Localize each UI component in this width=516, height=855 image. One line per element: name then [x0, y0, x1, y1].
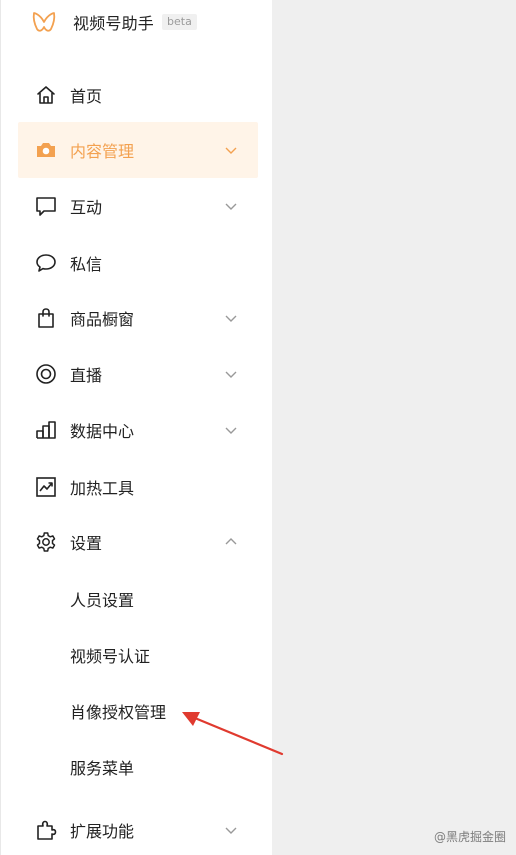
sidebar-item-content-management[interactable]: 内容管理 — [18, 122, 258, 178]
comment-icon — [34, 194, 58, 218]
chevron-down-icon[interactable] — [224, 143, 238, 157]
chevron-down-icon[interactable] — [224, 311, 238, 325]
chevron-down-icon[interactable] — [224, 367, 238, 381]
annotation-arrow-icon — [182, 712, 284, 756]
sidebar-item-home[interactable]: 首页 — [18, 73, 258, 117]
app-title: 视频号助手 — [73, 14, 155, 33]
shopping-bag-icon — [34, 306, 58, 330]
sidebar-item-label: 首页 — [70, 87, 103, 106]
submenu-item-personnel-settings[interactable]: 人员设置 — [70, 585, 134, 613]
bar-chart-icon — [34, 418, 58, 442]
camera-icon — [34, 138, 58, 162]
sidebar-item-label: 直播 — [70, 366, 103, 385]
sidebar-item-live[interactable]: 直播 — [18, 352, 258, 396]
watermark: @黑虎掘金圈 — [434, 828, 506, 845]
sidebar-item-promotion-tools[interactable]: 加热工具 — [18, 465, 258, 509]
submenu-item-channel-verification[interactable]: 视频号认证 — [70, 641, 150, 669]
sidebar-item-label: 扩展功能 — [70, 822, 135, 841]
sidebar-item-settings[interactable]: 设置 — [18, 520, 258, 564]
sidebar-item-label: 加热工具 — [70, 479, 135, 498]
sidebar-item-data-center[interactable]: 数据中心 — [18, 408, 258, 452]
butterfly-logo-icon — [31, 9, 57, 35]
gear-icon — [34, 530, 58, 554]
sidebar-item-extensions[interactable]: 扩展功能 — [18, 808, 258, 852]
chevron-down-icon[interactable] — [224, 823, 238, 837]
sidebar-item-messages[interactable]: 私信 — [18, 241, 258, 285]
sidebar-item-product-showcase[interactable]: 商品橱窗 — [18, 296, 258, 340]
sidebar-item-label: 数据中心 — [70, 422, 135, 441]
chat-bubble-icon — [34, 251, 58, 275]
sidebar-item-interaction[interactable]: 互动 — [18, 184, 258, 228]
main-content-area — [272, 0, 516, 855]
submenu-item-portrait-authorization[interactable]: 肖像授权管理 — [70, 697, 166, 725]
home-icon — [34, 83, 58, 107]
live-icon — [34, 362, 58, 386]
sidebar-item-label: 内容管理 — [70, 142, 135, 161]
brand: 视频号助手 beta — [31, 8, 197, 36]
sidebar-item-label: 私信 — [70, 255, 103, 274]
chevron-down-icon[interactable] — [224, 423, 238, 437]
sidebar-item-label: 互动 — [70, 198, 103, 217]
trend-chart-icon — [34, 475, 58, 499]
submenu-item-service-menu[interactable]: 服务菜单 — [70, 753, 134, 781]
watermark-text: @黑虎掘金圈 — [433, 830, 506, 844]
sidebar-item-label: 设置 — [70, 534, 103, 553]
puzzle-icon — [34, 818, 58, 842]
chevron-down-icon[interactable] — [224, 199, 238, 213]
beta-badge: beta — [162, 14, 197, 30]
sidebar-item-label: 商品橱窗 — [70, 310, 135, 329]
chevron-up-icon[interactable] — [224, 535, 238, 549]
